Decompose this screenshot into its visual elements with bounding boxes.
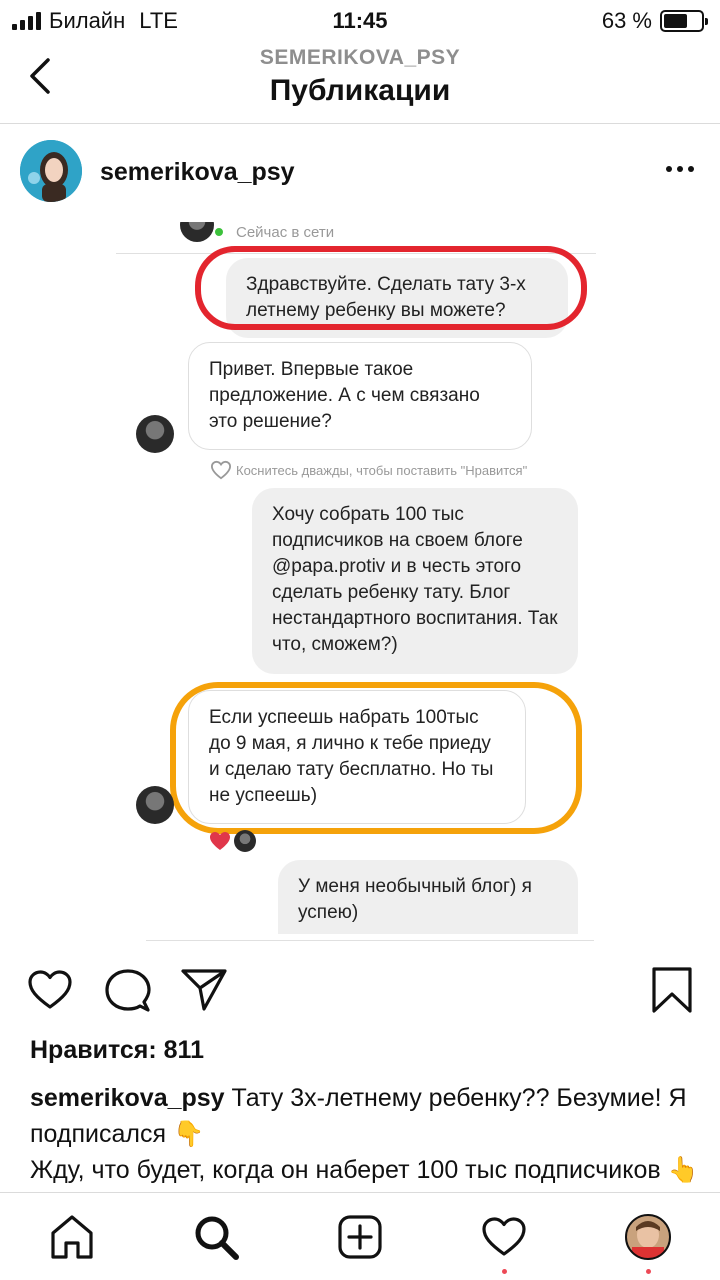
home-icon [51, 1215, 93, 1259]
caption-text-2: Жду, что будет, когда он наберет 100 тыс… [30, 1156, 699, 1184]
heart-filled-icon [210, 832, 230, 850]
heart-icon [482, 1217, 526, 1256]
orange-highlight-circle [170, 682, 582, 834]
more-options-button[interactable] [666, 166, 694, 172]
sender-avatar-2 [136, 786, 174, 824]
tab-search[interactable] [192, 1213, 240, 1261]
like-button[interactable] [26, 966, 74, 1014]
online-status: Сейчас в сети [236, 224, 335, 241]
reaction-avatar [234, 830, 256, 852]
post-caption: semerikova_psy Тату 3х-летнему ребенку??… [30, 1080, 700, 1192]
like-hint-text: Коснитесь дважды, чтобы поставить "Нрави… [236, 462, 528, 478]
battery-percent: 63 % [601, 8, 652, 33]
activity-notification-dot [502, 1269, 507, 1274]
likes-count[interactable]: Нравится: 811 [30, 1036, 204, 1065]
bookmark-icon [652, 967, 692, 1013]
comment-icon [105, 969, 151, 1012]
chat-divider [146, 940, 594, 941]
avatar-illustration-icon [20, 140, 82, 202]
add-post-icon [338, 1215, 382, 1259]
tab-new-post[interactable] [336, 1213, 384, 1261]
tab-home[interactable] [48, 1213, 96, 1261]
bottom-tab-bar [0, 1192, 720, 1280]
heart-outline-icon [210, 460, 232, 480]
heart-icon [28, 970, 72, 1009]
post-image[interactable]: Сейчас в сети Здравствуйте. Сделать тату… [0, 222, 720, 942]
post-username[interactable]: semerikova_psy [100, 158, 295, 187]
profile-avatar-icon [625, 1214, 671, 1260]
avatar[interactable] [20, 140, 82, 202]
comment-button[interactable] [104, 966, 152, 1014]
tab-profile[interactable] [624, 1213, 672, 1261]
page-title: Публикации [269, 74, 451, 107]
profile-notification-dot [646, 1269, 651, 1274]
nav-header: SEMERIKOVA_PSY Публикации [0, 40, 720, 124]
red-highlight-circle [195, 246, 587, 330]
status-bar: Билайн LTE 11:45 63 % [0, 0, 720, 40]
message-bubble-3: Хочу собрать 100 тыс подписчиков на свое… [252, 488, 578, 674]
post-actions [0, 942, 720, 1034]
share-button[interactable] [180, 966, 228, 1014]
header-subtitle: SEMERIKOVA_PSY [259, 46, 461, 69]
caption-username[interactable]: semerikova_psy [30, 1084, 225, 1112]
post-header: semerikova_psy [0, 124, 720, 222]
battery-icon [660, 10, 708, 32]
tab-activity[interactable] [480, 1213, 528, 1261]
save-button[interactable] [648, 966, 696, 1014]
search-icon [195, 1216, 239, 1260]
status-right: 63 % [601, 8, 708, 34]
paper-plane-icon [181, 969, 227, 1011]
message-bubble-5: У меня необычный блог) я успею) [278, 860, 578, 934]
message-bubble-2: Привет. Впервые такое предложение. А с ч… [188, 342, 532, 450]
like-hint: Коснитесь дважды, чтобы поставить "Нрави… [210, 460, 527, 480]
online-indicator [213, 226, 225, 238]
sender-avatar-1 [136, 415, 174, 453]
